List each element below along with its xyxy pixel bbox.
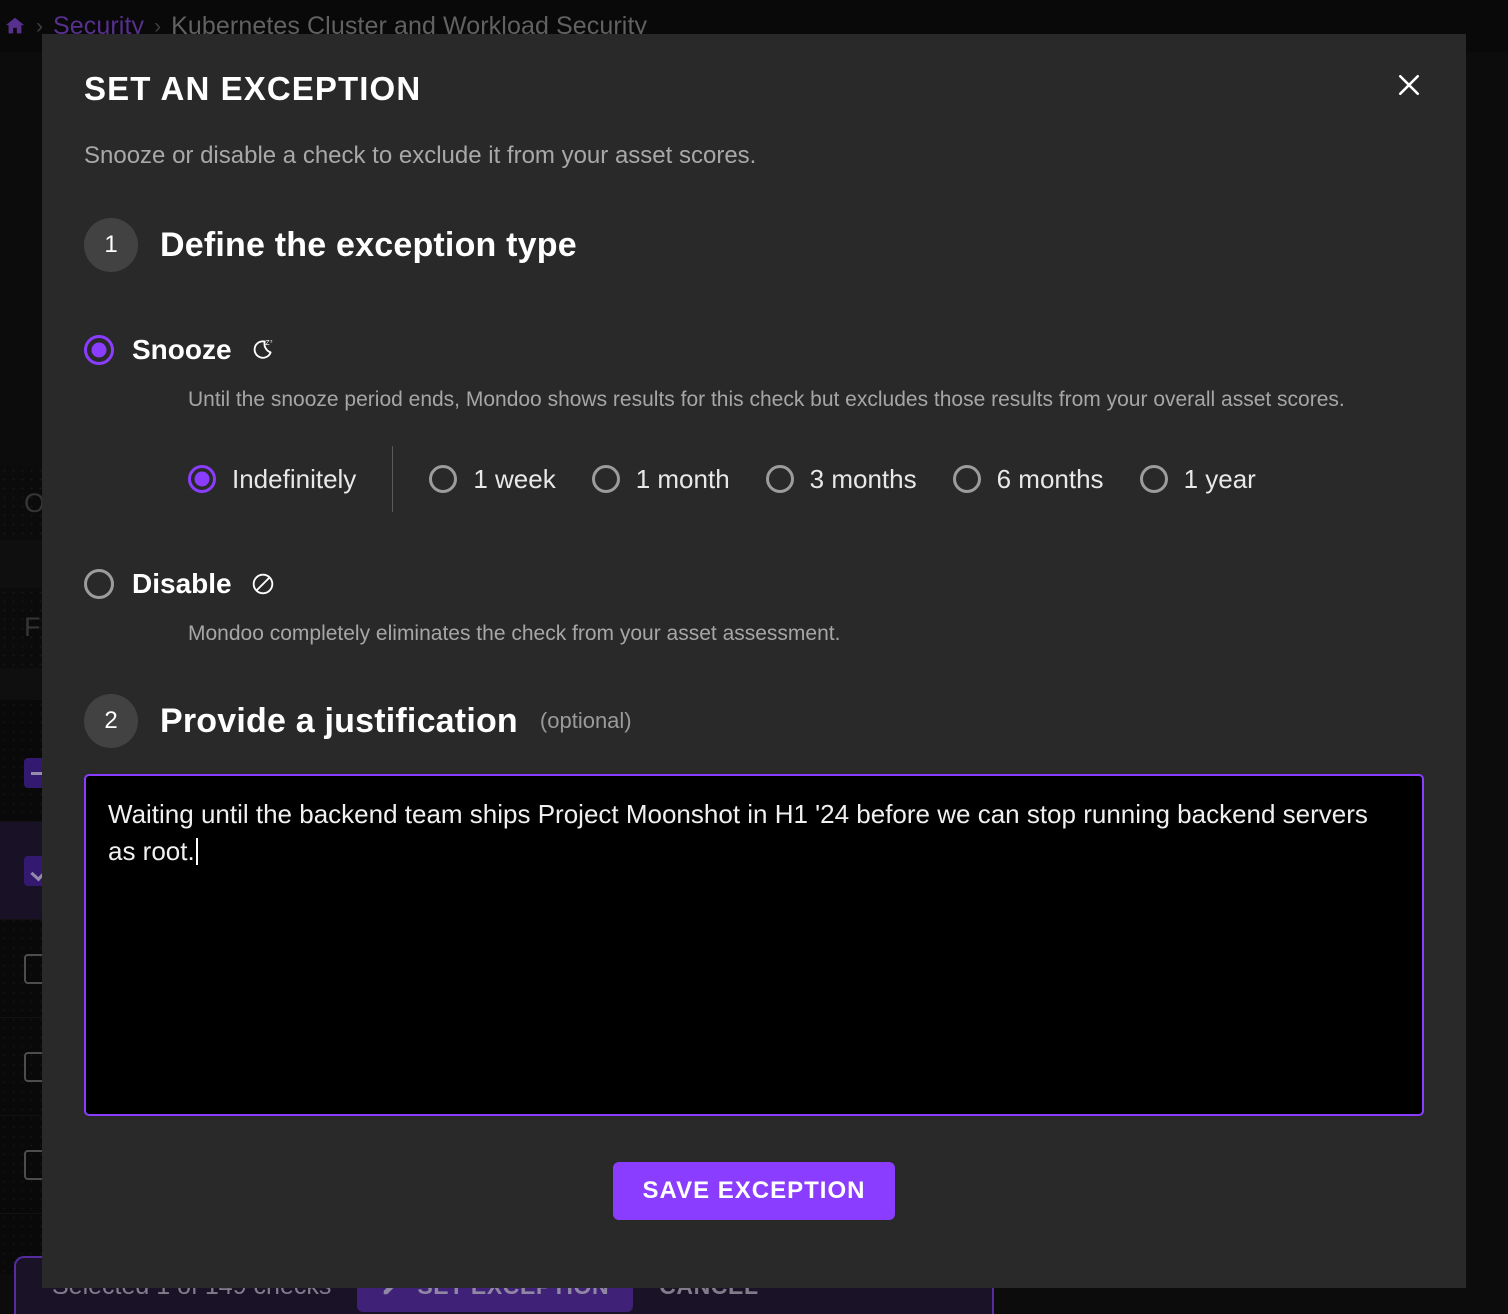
- snooze-duration-group: Indefinitely 1 week 1 month 3 months 6 m…: [42, 446, 1466, 512]
- duration-label: Indefinitely: [232, 463, 357, 494]
- step-1-number: 1: [84, 218, 138, 272]
- option-disable[interactable]: Disable: [42, 568, 1466, 600]
- radio-1-month[interactable]: [591, 465, 620, 493]
- save-exception-button[interactable]: SAVE EXCEPTION: [612, 1162, 896, 1220]
- step-2-title: Provide a justification: [160, 701, 518, 740]
- radio-disable[interactable]: [84, 569, 114, 599]
- duration-option-3-months[interactable]: 3 months: [765, 463, 917, 495]
- close-icon[interactable]: [1388, 64, 1430, 106]
- moon-zzz-icon: Z z: [250, 337, 276, 363]
- radio-1-week[interactable]: [429, 465, 458, 493]
- snooze-description: Until the snooze period ends, Mondoo sho…: [188, 388, 1345, 411]
- svg-text:z: z: [270, 339, 273, 345]
- duration-label: 1 year: [1183, 463, 1256, 494]
- justification-value: Waiting until the backend team ships Pro…: [108, 799, 1376, 866]
- step-2-header: 2 Provide a justification (optional): [42, 694, 1466, 748]
- justification-textarea[interactable]: Waiting until the backend team ships Pro…: [84, 774, 1424, 1116]
- duration-divider: [392, 446, 394, 512]
- radio-indefinitely[interactable]: [188, 465, 216, 493]
- duration-option-1-year[interactable]: 1 year: [1139, 463, 1256, 495]
- page-title: SET AN EXCEPTION: [84, 70, 422, 107]
- step-1-header: 1 Define the exception type: [42, 218, 1466, 272]
- modal-subtitle: Snooze or disable a check to exclude it …: [84, 142, 757, 169]
- duration-option-6-months[interactable]: 6 months: [952, 463, 1104, 495]
- option-disable-label: Disable: [132, 568, 232, 599]
- step-2-optional-note: (optional): [539, 708, 632, 733]
- duration-option-1-month[interactable]: 1 month: [591, 463, 730, 495]
- option-snooze[interactable]: Snooze Z z: [42, 334, 1466, 366]
- duration-label: 1 month: [635, 463, 730, 494]
- set-exception-modal: SET AN EXCEPTION Snooze or disable a che…: [42, 34, 1466, 1288]
- modal-header: SET AN EXCEPTION: [42, 34, 1466, 108]
- text-caret: [195, 837, 198, 865]
- radio-3-months[interactable]: [765, 465, 794, 493]
- disable-description: Mondoo completely eliminates the check f…: [188, 622, 841, 645]
- radio-snooze[interactable]: [84, 335, 114, 365]
- radio-1-year[interactable]: [1139, 465, 1168, 493]
- duration-option-indefinitely[interactable]: Indefinitely: [188, 464, 356, 495]
- duration-label: 3 months: [809, 463, 917, 494]
- duration-label: 1 week: [473, 463, 556, 494]
- modal-footer: SAVE EXCEPTION: [42, 1162, 1466, 1220]
- step-2-number: 2: [84, 694, 138, 748]
- option-snooze-label: Snooze: [132, 334, 232, 365]
- prohibition-icon: [250, 571, 276, 597]
- step-1-title: Define the exception type: [160, 225, 577, 264]
- app-root: › Security › Kubernetes Cluster and Work…: [0, 0, 1508, 1314]
- duration-option-1-week[interactable]: 1 week: [429, 463, 556, 495]
- radio-6-months[interactable]: [952, 465, 981, 493]
- duration-label: 6 months: [996, 463, 1104, 494]
